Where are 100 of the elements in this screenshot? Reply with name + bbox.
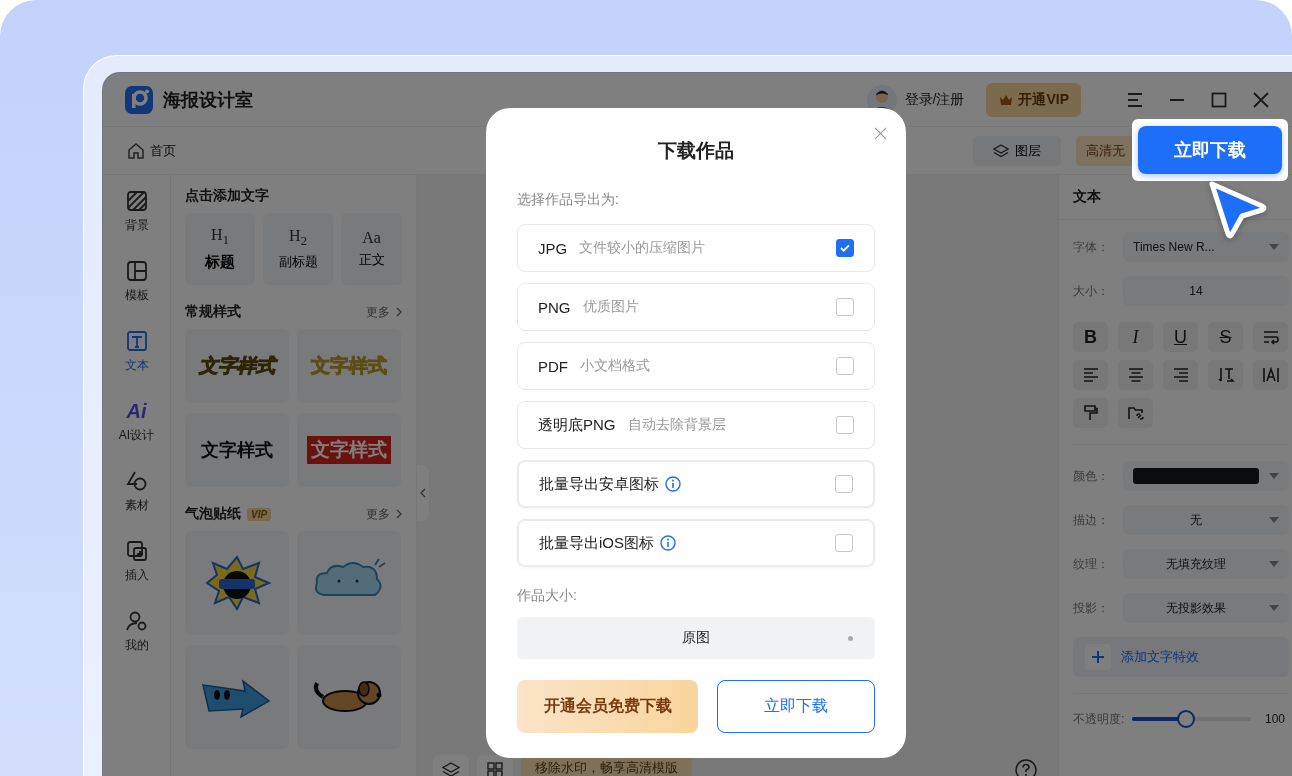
text-wrap-icon — [1261, 328, 1280, 346]
format-option[interactable]: PDF 小文档格式 — [517, 342, 875, 390]
help-icon[interactable] — [1014, 758, 1038, 776]
grid-view-button[interactable] — [477, 755, 513, 776]
vip-button[interactable]: 开通VIP — [986, 82, 1081, 117]
sidebar-tab[interactable]: 模板 — [106, 259, 167, 329]
info-icon[interactable] — [665, 476, 681, 492]
checkbox[interactable] — [836, 239, 854, 257]
wrap-button[interactable] — [1253, 322, 1288, 352]
checkbox[interactable] — [836, 357, 854, 375]
sticker-card[interactable] — [185, 531, 289, 635]
field-label: 不透明度: — [1073, 710, 1125, 728]
sidebar-tab[interactable]: 我的 — [106, 609, 167, 679]
info-icon[interactable] — [660, 535, 676, 551]
brush-button[interactable] — [1073, 398, 1108, 428]
opacity-value: 100 — [1265, 712, 1287, 726]
more-link[interactable]: 更多 — [366, 505, 390, 523]
text-preset-button[interactable]: Aa 正文 — [341, 213, 402, 285]
collapse-handle[interactable] — [417, 465, 429, 521]
italic-button[interactable]: I — [1118, 322, 1153, 352]
align-center-button[interactable] — [1118, 360, 1153, 390]
color-dropdown[interactable] — [1123, 461, 1289, 491]
format-option[interactable]: 批量导出iOS图标 — [517, 519, 875, 567]
format-option[interactable]: 透明底PNG 自动去除背景层 — [517, 401, 875, 449]
underline-button[interactable]: U — [1163, 322, 1198, 352]
checkbox[interactable] — [835, 534, 853, 552]
shapes-icon — [124, 469, 149, 493]
home-icon[interactable] — [127, 141, 145, 160]
sticker-card[interactable] — [297, 531, 401, 635]
layers-icon — [442, 761, 460, 776]
chevron-right-icon[interactable] — [396, 307, 402, 317]
text-style-card[interactable]: 文字样式 — [185, 329, 289, 403]
user-icon — [124, 609, 149, 633]
section-title: 气泡贴纸 — [185, 505, 241, 523]
font-dropdown[interactable]: Times New R... — [1123, 232, 1289, 262]
text-preset-button[interactable]: H$_{1}$ 标题 — [185, 213, 255, 285]
checkbox[interactable] — [836, 298, 854, 316]
paint-roller-icon — [1081, 404, 1100, 422]
format-description: 优质图片 — [582, 298, 639, 316]
sidebar-tab[interactable]: 文本 — [106, 329, 167, 399]
format-name: 批量导出安卓图标 — [539, 474, 659, 494]
effect-dropdown[interactable]: 无投影效果 — [1123, 593, 1289, 623]
format-option[interactable]: 批量导出安卓图标 — [517, 460, 875, 508]
vip-badge: VIP — [247, 507, 272, 521]
align-right-icon — [1171, 366, 1190, 384]
caret-icon — [1269, 605, 1279, 611]
size-field[interactable]: 14 — [1123, 276, 1289, 306]
link-button[interactable] — [1118, 398, 1153, 428]
sidebar-tab[interactable]: 素材 — [106, 469, 167, 539]
letter-spacing-icon — [1261, 366, 1280, 384]
caret-icon — [1269, 244, 1279, 250]
sidebar-tab[interactable]: 背景 — [106, 189, 167, 259]
sidebar-tab[interactable]: Ai AI设计 — [106, 399, 167, 469]
checkbox[interactable] — [835, 475, 853, 493]
strike-button[interactable]: S — [1208, 322, 1243, 352]
hd-button[interactable]: 高清无 — [1076, 135, 1135, 166]
home-link[interactable]: 首页 — [150, 141, 176, 160]
align-left-button[interactable] — [1073, 360, 1108, 390]
align-right-button[interactable] — [1163, 360, 1198, 390]
text-preset-button[interactable]: H$_{2}$ 副标题 — [263, 213, 333, 285]
download-button[interactable]: 立即下载 — [1138, 126, 1282, 174]
section-title: 常规样式 — [185, 303, 241, 321]
format-description: 文件较小的压缩图片 — [579, 239, 706, 257]
sticker-card[interactable] — [185, 645, 289, 749]
add-icon — [124, 539, 149, 563]
effect-dropdown[interactable]: 无填充纹理 — [1123, 549, 1289, 579]
field-label: 大小： — [1073, 282, 1110, 300]
format-option[interactable]: PNG 优质图片 — [517, 283, 875, 331]
slider-thumb[interactable] — [1176, 710, 1195, 728]
text-style-card[interactable]: 文字样式 — [185, 413, 289, 487]
layers-button[interactable] — [433, 755, 469, 776]
checkbox[interactable] — [836, 416, 854, 434]
close-icon[interactable] — [1251, 89, 1271, 110]
chevron-right-icon[interactable] — [396, 509, 402, 519]
effect-dropdown[interactable]: 无 — [1123, 505, 1289, 535]
sidebar-tab[interactable]: 插入 — [106, 539, 167, 609]
format-description: 小文档格式 — [580, 357, 650, 375]
spacing-button[interactable] — [1253, 360, 1288, 390]
more-link[interactable]: 更多 — [366, 303, 390, 321]
close-icon[interactable] — [874, 127, 887, 140]
download-button[interactable]: 立即下载 — [717, 680, 875, 733]
text-style-card[interactable]: 文字样式 — [297, 413, 401, 487]
sticker-card[interactable] — [297, 645, 401, 749]
caret-icon — [1269, 473, 1279, 479]
field-label: 颜色： — [1073, 467, 1110, 485]
size-dropdown[interactable]: 原图 — [517, 617, 875, 659]
line-height-button[interactable] — [1208, 360, 1243, 390]
dialog-label: 作品大小: — [517, 587, 578, 605]
folder-link-icon — [1126, 404, 1145, 422]
layers-button[interactable]: 图层 — [973, 135, 1061, 166]
dialog-title: 下载作品 — [658, 139, 734, 163]
field-label: 纹理： — [1073, 555, 1110, 573]
plus-icon — [1091, 650, 1105, 664]
grid-icon — [486, 761, 504, 776]
login-link[interactable]: 登录/注册 — [904, 90, 965, 109]
vip-download-button[interactable]: 开通会员免费下载 — [517, 680, 698, 733]
bold-button[interactable]: B — [1073, 322, 1108, 352]
app-name: 海报设计室 — [163, 88, 253, 112]
format-option[interactable]: JPG 文件较小的压缩图片 — [517, 224, 875, 272]
add-effect-button[interactable]: 添加文字特效 — [1073, 637, 1289, 677]
